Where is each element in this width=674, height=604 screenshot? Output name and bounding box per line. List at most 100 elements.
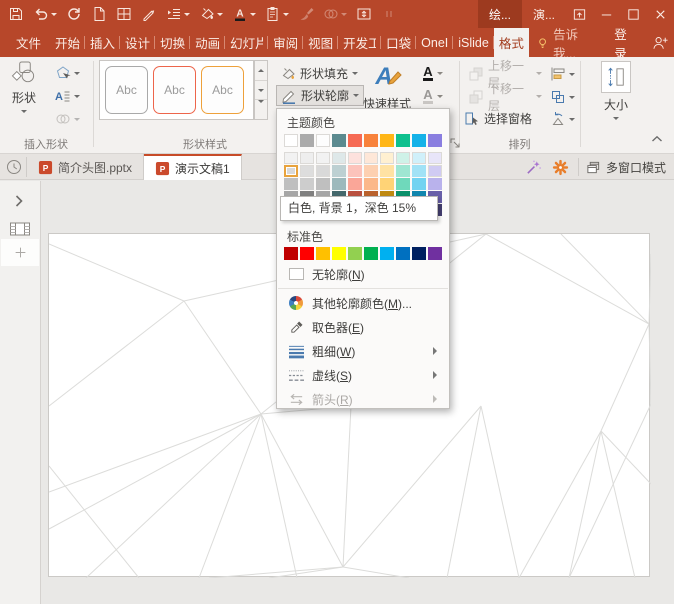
menu-item-dashes[interactable]: 虚线(S) [277, 363, 449, 387]
ribbon-tab-12[interactable]: iSlide [453, 28, 494, 57]
color-swatch[interactable] [300, 247, 314, 260]
color-swatch[interactable] [396, 165, 410, 177]
text-box-button[interactable]: A [47, 85, 87, 106]
color-swatch[interactable] [412, 165, 426, 177]
fit-window-icon[interactable] [356, 6, 372, 22]
text-fill-button[interactable]: A [415, 63, 451, 83]
color-swatch[interactable] [412, 178, 426, 190]
text-outline-button[interactable]: A [415, 86, 451, 106]
color-swatch[interactable] [364, 247, 378, 260]
color-swatch[interactable] [316, 178, 330, 190]
slide-thumbnail-icon[interactable] [9, 221, 31, 237]
color-swatch[interactable] [332, 247, 346, 260]
color-swatch[interactable] [380, 134, 394, 147]
color-swatch[interactable] [284, 247, 298, 260]
color-swatch[interactable] [332, 152, 346, 164]
color-swatch[interactable] [348, 178, 362, 190]
menu-item-weight[interactable]: 粗细(W) [277, 339, 449, 363]
group-objects-button[interactable] [545, 86, 579, 107]
color-swatch[interactable] [412, 152, 426, 164]
paste-icon[interactable] [265, 6, 289, 22]
new-doc-icon[interactable] [91, 6, 107, 22]
expand-panel-chevron-icon[interactable] [15, 195, 23, 207]
color-swatch[interactable] [412, 247, 426, 260]
shape-style-chip[interactable]: Abc [201, 66, 244, 114]
menu-item-no-outline[interactable]: 无轮廓(N) [277, 262, 449, 286]
slide-grid-icon[interactable] [116, 6, 132, 22]
font-color-icon[interactable]: A [232, 6, 256, 22]
brush-pen-icon[interactable] [141, 6, 157, 22]
redo-icon[interactable] [66, 6, 82, 22]
align-button[interactable] [545, 63, 579, 84]
color-swatch[interactable] [348, 134, 362, 147]
color-swatch[interactable] [316, 134, 330, 147]
color-swatch[interactable] [396, 134, 410, 147]
color-swatch[interactable] [428, 152, 442, 164]
close-button[interactable] [647, 0, 674, 28]
ribbon-tab-13[interactable]: 格式 [494, 28, 529, 57]
color-swatch[interactable] [428, 134, 442, 147]
indent-icon[interactable] [166, 6, 190, 22]
color-swatch[interactable] [332, 178, 346, 190]
shape-fill-button[interactable]: 形状填充 [276, 63, 364, 84]
ribbon-tab-6[interactable]: 幻灯片 [225, 28, 268, 57]
shape-styles-dialog-launcher[interactable] [449, 137, 461, 149]
color-swatch[interactable] [300, 165, 314, 177]
color-swatch[interactable] [380, 178, 394, 190]
collapse-ribbon-button[interactable] [651, 135, 667, 147]
undo-icon[interactable] [33, 6, 57, 22]
color-swatch[interactable] [316, 247, 330, 260]
color-swatch[interactable] [364, 152, 378, 164]
color-swatch[interactable] [364, 178, 378, 190]
menu-item-eyedropper[interactable]: 取色器(E) [277, 315, 449, 339]
color-swatch[interactable] [364, 165, 378, 177]
color-swatch[interactable] [380, 165, 394, 177]
ribbon-tab-2[interactable]: 插入 [85, 28, 120, 57]
color-swatch[interactable] [284, 165, 298, 177]
shapes-button[interactable]: 形状 [4, 61, 44, 116]
tell-me-button[interactable]: 告诉我... [529, 28, 605, 57]
gear-icon[interactable] [551, 157, 571, 177]
size-button[interactable]: 大小 [592, 61, 640, 123]
menu-item-more-outline-colors[interactable]: 其他轮廓颜色(M)... [277, 291, 449, 315]
color-swatch[interactable] [380, 247, 394, 260]
sign-in-button[interactable]: 登录 [605, 28, 647, 57]
history-icon[interactable] [5, 158, 23, 176]
edit-shape-button[interactable] [47, 62, 87, 83]
color-swatch[interactable] [396, 152, 410, 164]
color-swatch[interactable] [300, 152, 314, 164]
gallery-more-button[interactable] [255, 100, 267, 119]
color-swatch[interactable] [348, 165, 362, 177]
multi-window-mode-button[interactable]: 多窗口模式 [586, 159, 670, 176]
document-tab-1[interactable]: P演示文稿1 [144, 154, 242, 180]
color-swatch[interactable] [348, 152, 362, 164]
color-swatch[interactable] [380, 152, 394, 164]
color-swatch[interactable] [428, 247, 442, 260]
color-swatch[interactable] [316, 165, 330, 177]
ribbon-tab-4[interactable]: 切换 [155, 28, 190, 57]
magic-wand-icon[interactable] [524, 157, 544, 177]
color-swatch[interactable] [284, 134, 298, 147]
color-swatch[interactable] [348, 247, 362, 260]
color-swatch[interactable] [396, 178, 410, 190]
ribbon-tab-5[interactable]: 动画 [190, 28, 225, 57]
color-swatch[interactable] [284, 152, 298, 164]
ribbon-tab-1[interactable]: 开始 [50, 28, 85, 57]
ribbon-tab-3[interactable]: 设计 [120, 28, 155, 57]
save-icon[interactable] [8, 6, 24, 22]
fill-bucket-icon[interactable] [199, 6, 223, 22]
new-slide-button[interactable] [1, 239, 39, 266]
shape-style-chip[interactable]: Abc [153, 66, 196, 114]
ribbon-tab-0[interactable]: 文件 [7, 28, 50, 57]
color-swatch[interactable] [396, 247, 410, 260]
color-swatch[interactable] [300, 134, 314, 147]
gallery-scroll-down[interactable] [255, 81, 267, 101]
ribbon-tab-11[interactable]: OneI [416, 28, 453, 57]
color-swatch[interactable] [316, 152, 330, 164]
ribbon-tab-7[interactable]: 审阅 [268, 28, 303, 57]
color-swatch[interactable] [364, 134, 378, 147]
color-swatch[interactable] [332, 134, 346, 147]
gallery-scrollbar[interactable] [254, 60, 268, 120]
quick-styles-button[interactable]: A [360, 61, 414, 94]
color-swatch[interactable] [284, 178, 298, 190]
